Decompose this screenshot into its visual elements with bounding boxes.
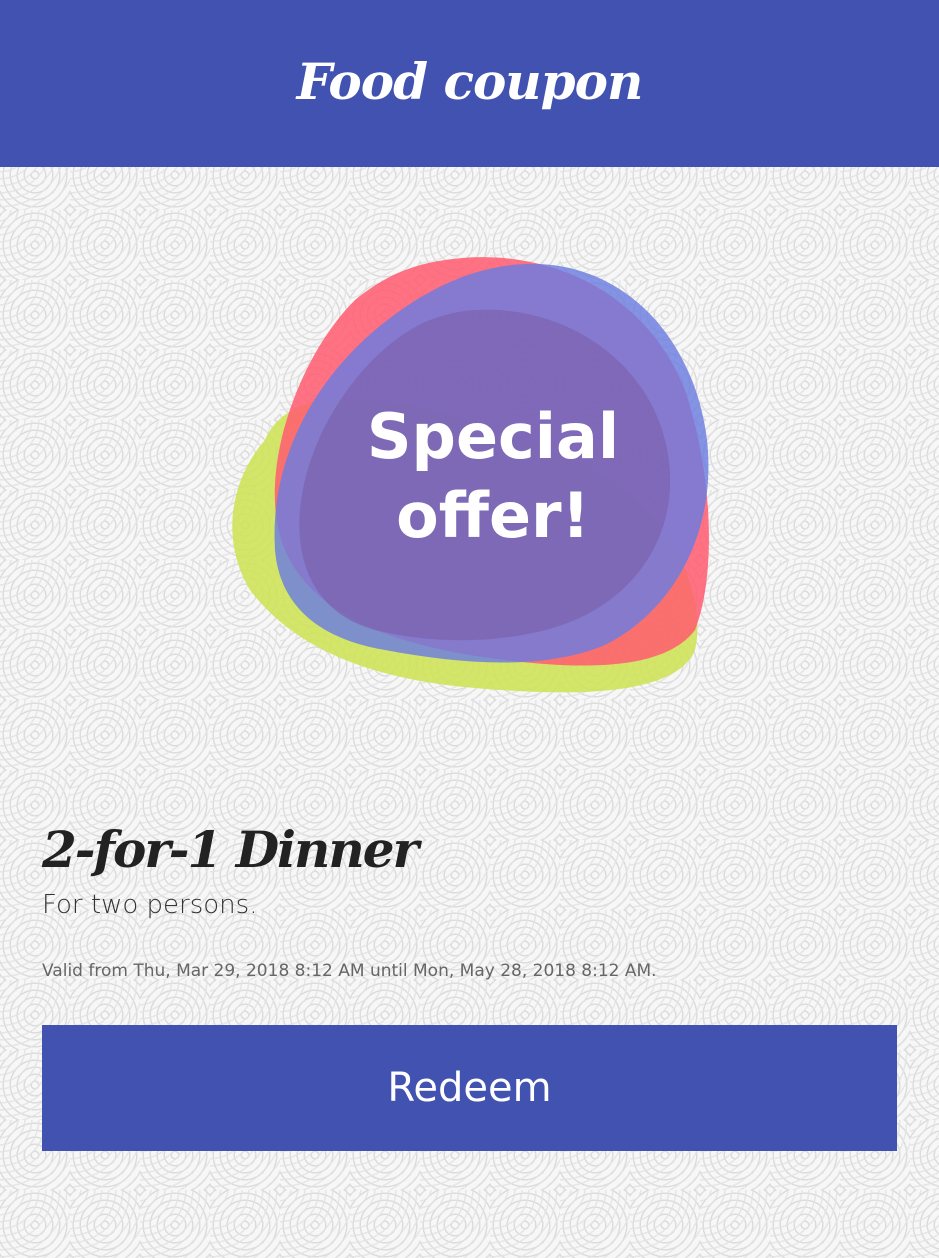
coupon-details: 2-for-1 Dinner For two persons. Valid fr…	[42, 815, 897, 983]
coupon-title: 2-for-1 Dinner	[42, 820, 419, 879]
special-offer-graphic: Special offer!	[232, 257, 709, 693]
offer-line-1: Special	[367, 400, 619, 473]
coupon-validity: Valid from Thu, Mar 29, 2018 8:12 AM unt…	[42, 961, 657, 981]
page-title: Food coupon	[296, 52, 644, 111]
offer-line-2: offer!	[396, 479, 590, 552]
coupon-subtitle: For two persons.	[42, 890, 258, 920]
app-header: Food coupon	[0, 0, 939, 167]
redeem-button[interactable]: Redeem	[42, 1025, 897, 1151]
